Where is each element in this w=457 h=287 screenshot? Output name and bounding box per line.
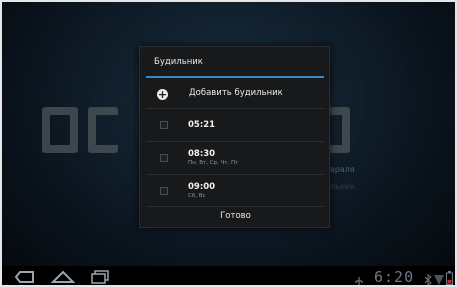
home-screen: враля льник Будильник + Добавить будильн… bbox=[0, 0, 457, 287]
battery-icon bbox=[446, 270, 453, 285]
title-divider bbox=[146, 76, 324, 78]
add-circle-icon: + bbox=[157, 88, 168, 101]
wifi-signal-icon bbox=[434, 271, 444, 285]
status-clock: 6:20 bbox=[374, 268, 415, 286]
divider bbox=[146, 206, 324, 207]
alarm-checkbox[interactable] bbox=[160, 187, 168, 195]
dialog-title: Будильник bbox=[154, 57, 203, 67]
bluetooth-icon bbox=[424, 271, 432, 285]
back-icon[interactable] bbox=[14, 269, 36, 285]
home-icon[interactable] bbox=[50, 269, 76, 285]
alarm-time: 09:00 bbox=[188, 182, 216, 192]
usb-icon bbox=[354, 272, 364, 285]
alarm-checkbox[interactable] bbox=[160, 121, 168, 129]
add-alarm-label: Добавить будильник bbox=[189, 88, 283, 98]
recent-apps-icon[interactable] bbox=[90, 269, 110, 285]
alarm-checkbox[interactable] bbox=[160, 154, 168, 162]
done-button[interactable]: Готово bbox=[140, 211, 331, 221]
alarm-time: 05:21 bbox=[188, 120, 216, 130]
alarm-days: Сб, Вс bbox=[188, 193, 206, 199]
alarm-dialog: Будильник + Добавить будильник 05:21 08:… bbox=[139, 46, 330, 228]
alarm-item[interactable]: 05:21 bbox=[140, 109, 331, 141]
alarm-item[interactable]: 09:00 Сб, Вс bbox=[140, 175, 331, 205]
alarm-item[interactable]: 08:30 Пн, Вт, Ср, Чт, Пт bbox=[140, 142, 331, 174]
add-alarm-row[interactable]: + Добавить будильник bbox=[140, 80, 331, 108]
alarm-time: 08:30 bbox=[188, 149, 216, 159]
alarm-days: Пн, Вт, Ср, Чт, Пт bbox=[188, 160, 239, 166]
